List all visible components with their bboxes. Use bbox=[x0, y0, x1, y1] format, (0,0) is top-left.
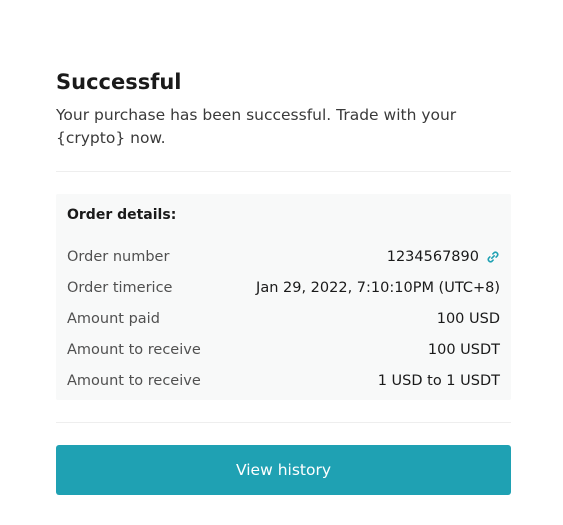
row-label: Amount paid bbox=[67, 311, 160, 327]
view-history-button[interactable]: View history bbox=[56, 445, 511, 495]
amount-paid-row: Amount paid 100 USD bbox=[67, 307, 500, 331]
row-value: Jan 29, 2022, 7:10:10PM (UTC+8) bbox=[256, 280, 500, 296]
order-number-value: 1234567890 bbox=[386, 249, 479, 265]
row-label: Amount to receive bbox=[67, 373, 201, 389]
amount-to-receive-row: Amount to receive 100 USDT bbox=[67, 338, 500, 362]
order-time-row: Order timerice Jan 29, 2022, 7:10:10PM (… bbox=[67, 276, 500, 300]
order-number-row: Order number 1234567890 bbox=[67, 245, 500, 269]
row-value: 1 USD to 1 USDT bbox=[377, 373, 500, 389]
divider bbox=[56, 171, 511, 172]
row-value: 100 USD bbox=[436, 311, 500, 327]
row-label: Amount to receive bbox=[67, 342, 201, 358]
row-value: 1234567890 bbox=[387, 249, 500, 265]
row-label: Order timerice bbox=[67, 280, 173, 296]
row-value: 100 USDT bbox=[427, 342, 500, 358]
divider bbox=[56, 422, 511, 423]
exchange-rate-row: Amount to receive 1 USD to 1 USDT bbox=[67, 369, 500, 393]
row-label: Order number bbox=[67, 249, 170, 265]
success-message: Your purchase has been successful. Trade… bbox=[56, 106, 457, 147]
order-details-title: Order details: bbox=[67, 207, 177, 223]
order-details-panel: Order details: Order number 1234567890 O… bbox=[56, 194, 511, 400]
link-copy-icon[interactable] bbox=[486, 250, 500, 264]
page-title: Successful bbox=[56, 70, 182, 94]
